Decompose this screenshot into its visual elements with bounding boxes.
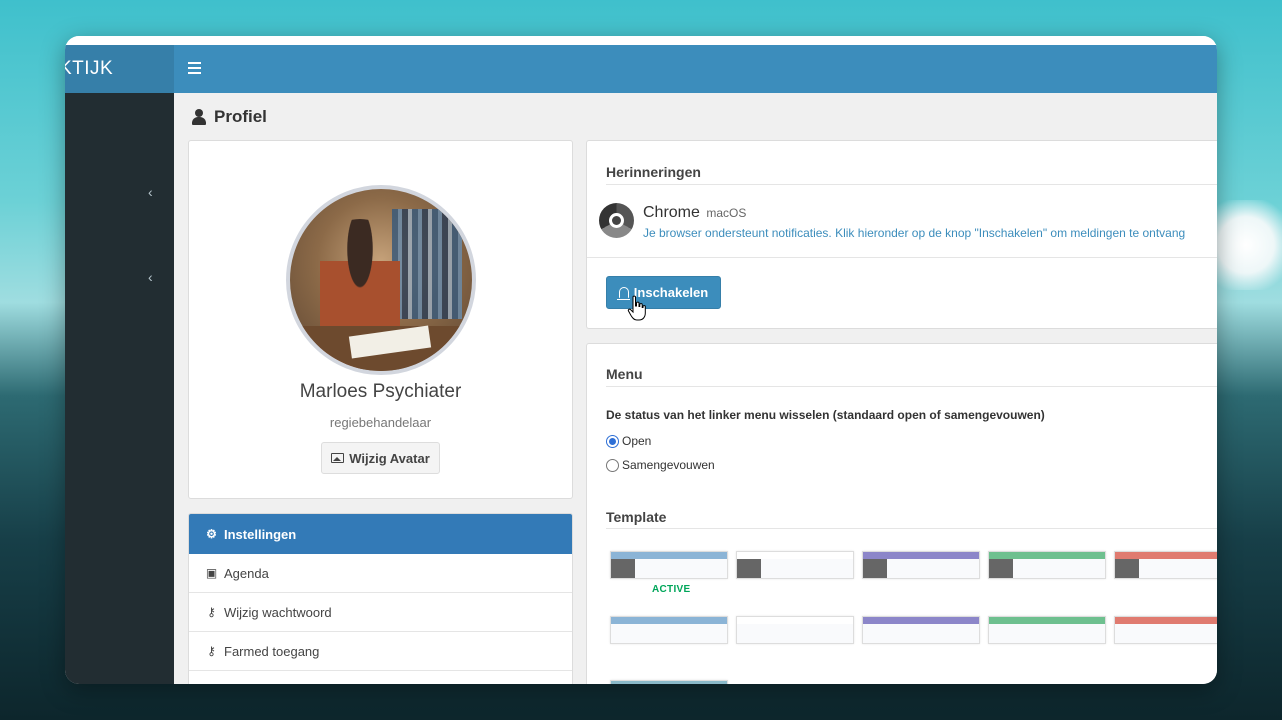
template-skin-dark-1[interactable] xyxy=(610,551,728,579)
skin-sidebar xyxy=(611,624,635,643)
page-title: Profiel xyxy=(192,107,267,127)
notification-description: Je browser ondersteunt notificaties. Kli… xyxy=(643,226,1186,240)
template-skin-dark-3[interactable] xyxy=(862,551,980,579)
left-sidebar: ‹ ‹ xyxy=(65,93,174,684)
template-skin-dark-2[interactable] xyxy=(736,551,854,579)
skin-header xyxy=(611,552,727,559)
browser-info: Chrome macOS xyxy=(643,204,746,222)
reminders-title: Herinneringen xyxy=(606,164,701,180)
skin-header xyxy=(1115,552,1217,559)
divider xyxy=(606,184,1217,185)
menu-settings-card: Menu De status van het linker menu wisse… xyxy=(586,343,1217,684)
main-content: Profiel Marloes Psychiater regiebehandel… xyxy=(174,93,1217,684)
template-skin-light-2[interactable] xyxy=(736,616,854,644)
chevron-left-icon[interactable]: ‹ xyxy=(148,184,153,200)
radio-button[interactable] xyxy=(606,434,619,448)
skin-sidebar xyxy=(989,624,1013,643)
calendar-check-icon: ▣ xyxy=(205,566,218,580)
top-navbar xyxy=(174,45,1217,93)
menu-item-wijzig-wachtwoord[interactable]: ⚷ Wijzig wachtwoord xyxy=(189,593,572,632)
hamburger-menu-icon[interactable] xyxy=(188,62,201,74)
key-icon: ⚷ xyxy=(207,605,216,619)
window-top-bar xyxy=(65,36,1217,45)
image-icon xyxy=(331,453,345,463)
user-icon xyxy=(192,109,206,125)
template-skin-light-3[interactable] xyxy=(862,616,980,644)
skin-header xyxy=(737,617,853,624)
brand-logo[interactable]: KTIJK xyxy=(65,45,174,93)
active-label: ACTIVE xyxy=(652,584,691,595)
skin-header xyxy=(989,617,1105,624)
template-skin-dark-4[interactable] xyxy=(988,551,1106,579)
radio-label: Open xyxy=(622,434,652,448)
page-title-text: Profiel xyxy=(214,107,267,126)
gears-icon: ⚙ xyxy=(206,527,217,541)
settings-menu: ⚙ Instellingen ▣ Agenda ⚷ Wijzig wachtwo… xyxy=(188,513,573,684)
os-name: macOS xyxy=(706,206,747,220)
enable-notifications-button[interactable]: Inschakelen xyxy=(606,276,721,309)
divider xyxy=(587,257,1217,258)
change-avatar-button[interactable]: Wijzig Avatar xyxy=(321,442,440,474)
chevron-left-icon[interactable]: ‹ xyxy=(148,269,153,285)
skin-header xyxy=(1115,617,1217,624)
menu-item-farmed-toegang[interactable]: ⚷ Farmed toegang xyxy=(189,632,572,671)
skin-sidebar xyxy=(1115,559,1139,578)
menu-title: Menu xyxy=(606,366,643,382)
skin-header xyxy=(863,552,979,559)
skin-header xyxy=(611,617,727,624)
radio-label: Samengevouwen xyxy=(622,458,715,472)
menu-item-label: Wijzig wachtwoord xyxy=(224,604,332,620)
skin-sidebar xyxy=(737,559,761,578)
radio-samengevouwen[interactable]: Samengevouwen xyxy=(606,458,715,472)
app-window: KTIJK ‹ ‹ Profiel Marloes Psychiater reg… xyxy=(65,36,1217,684)
avatar xyxy=(286,185,476,375)
skin-header xyxy=(737,552,853,559)
menu-item-label: Agenda xyxy=(224,565,269,581)
reminders-card: Herinneringen Chrome macOS Je browser on… xyxy=(586,140,1217,329)
profile-card: Marloes Psychiater regiebehandelaar Wijz… xyxy=(188,140,573,499)
radio-button[interactable] xyxy=(606,458,619,472)
template-skin-light-1[interactable] xyxy=(610,616,728,644)
hand-cursor-icon xyxy=(627,295,646,321)
menu-item-instellingen[interactable]: ⚙ Instellingen xyxy=(189,514,572,554)
template-title: Template xyxy=(606,509,667,525)
menu-item-agenda[interactable]: ▣ Agenda xyxy=(189,554,572,593)
profile-role: regiebehandelaar xyxy=(329,415,432,430)
divider xyxy=(606,528,1217,529)
menu-item-label: Instellingen xyxy=(224,526,297,542)
skin-header xyxy=(989,552,1105,559)
skin-sidebar xyxy=(863,624,887,643)
skin-sidebar xyxy=(611,559,635,578)
skin-sidebar xyxy=(1115,624,1139,643)
menu-description: De status van het linker menu wisselen (… xyxy=(606,408,1045,422)
chrome-icon xyxy=(599,203,634,238)
skin-header xyxy=(863,617,979,624)
skin-sidebar xyxy=(989,559,1013,578)
browser-name: Chrome xyxy=(643,204,700,221)
profile-name: Marloes Psychiater xyxy=(299,381,462,402)
template-skin-light-5[interactable] xyxy=(1114,616,1217,644)
divider xyxy=(606,386,1217,387)
radio-open[interactable]: Open xyxy=(606,434,651,448)
template-skin-light-4[interactable] xyxy=(988,616,1106,644)
menu-item-label: Farmed toegang xyxy=(224,643,320,659)
template-skin-partial[interactable] xyxy=(610,680,728,684)
skin-sidebar xyxy=(737,624,761,643)
brand-text: KTIJK xyxy=(65,58,114,79)
template-skin-dark-5[interactable] xyxy=(1114,551,1217,579)
skin-sidebar xyxy=(863,559,887,578)
change-avatar-label: Wijzig Avatar xyxy=(349,450,430,466)
key-icon: ⚷ xyxy=(207,644,216,658)
